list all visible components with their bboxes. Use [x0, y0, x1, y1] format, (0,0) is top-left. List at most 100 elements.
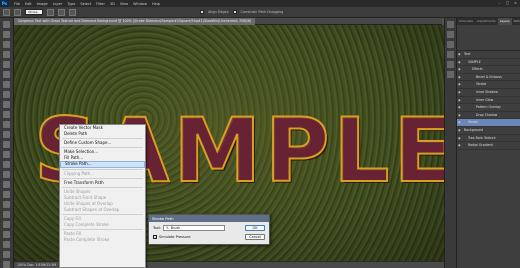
menu-edit[interactable]: Edit — [25, 2, 32, 6]
layer-row[interactable]: ◉ Stroke — [457, 119, 520, 127]
menu-layer[interactable]: Layer — [53, 2, 63, 6]
tool-button-icon[interactable] — [3, 251, 10, 258]
menu-file[interactable]: File — [14, 2, 20, 6]
layer-row[interactable]: ◉ SAMPLE — [457, 59, 520, 67]
tool-button-icon[interactable] — [3, 81, 10, 88]
constrain-path-checkbox[interactable] — [232, 10, 237, 14]
layer-label: Stroke — [476, 82, 487, 87]
layer-list: ◉ Text ◉ SAMPLE ◉ Effects ◉ Bevel & Emboss ◉ Stro… — [457, 51, 520, 150]
panel-toggle-icon[interactable] — [447, 71, 454, 78]
layer-label: Tree Bark Texture — [468, 135, 496, 140]
visibility-eye-icon[interactable]: ◉ — [458, 52, 462, 57]
tool-button-icon[interactable] — [3, 51, 10, 58]
layer-row[interactable]: ◉ Inner Shadow — [457, 89, 520, 97]
tool-button-icon[interactable] — [3, 101, 10, 108]
visibility-eye-icon[interactable]: ◉ — [458, 105, 462, 110]
tool-button-icon[interactable] — [3, 31, 10, 38]
path-alignment-icon[interactable] — [58, 8, 65, 16]
tab-layers[interactable]: Layers — [497, 18, 512, 25]
tool-button-icon[interactable] — [3, 191, 10, 198]
tool-row: Tool: ✎ Brush — [153, 225, 225, 231]
tool-button-icon[interactable] — [3, 131, 10, 138]
panel-toggle-icon[interactable] — [447, 41, 454, 48]
align-edges-checkbox[interactable] — [200, 10, 204, 14]
layer-row[interactable]: ◉ Drop Shadow — [457, 112, 520, 120]
tool-button-icon[interactable] — [3, 21, 10, 28]
tab-channels[interactable]: Channels — [457, 18, 475, 25]
visibility-eye-icon[interactable]: ◉ — [458, 82, 462, 87]
visibility-eye-icon[interactable]: ◉ — [458, 75, 462, 80]
tool-button-icon[interactable] — [3, 61, 10, 68]
tool-button-icon[interactable] — [3, 151, 10, 158]
tool-button-icon[interactable] — [3, 231, 10, 238]
tool-button-icon[interactable] — [3, 181, 10, 188]
layer-row[interactable]: ◉ Bevel & Emboss — [457, 74, 520, 82]
layer-row[interactable]: ◉ Background — [457, 127, 520, 135]
panel-toggle-icon[interactable] — [447, 31, 454, 38]
menu-select[interactable]: Select — [80, 2, 91, 6]
layer-row[interactable]: ◉ Pattern Overlay — [457, 104, 520, 112]
visibility-eye-icon[interactable]: ◉ — [458, 67, 462, 72]
panel-toggle-icon[interactable] — [447, 21, 454, 28]
layer-row[interactable]: ◉ Stroke — [457, 81, 520, 89]
visibility-eye-icon[interactable]: ◉ — [458, 136, 462, 141]
visibility-eye-icon[interactable]: ◉ — [458, 60, 462, 65]
menu-help[interactable]: Help — [152, 2, 160, 6]
context-menu-item-define-custom-shape[interactable]: Define Custom Shape... — [60, 140, 145, 146]
tool-button-icon[interactable] — [3, 201, 10, 208]
menu-view[interactable]: View — [120, 2, 128, 6]
menu-filter[interactable]: Filter — [96, 2, 105, 6]
minimize-button[interactable]: – — [497, 1, 502, 5]
context-menu-item-delete-path[interactable]: Delete Path — [60, 131, 145, 137]
tool-button-icon[interactable] — [3, 141, 10, 148]
tool-button-icon[interactable] — [3, 41, 10, 48]
visibility-eye-icon[interactable]: ◉ — [458, 128, 462, 133]
tool-select[interactable]: ✎ Brush — [162, 225, 225, 231]
close-button[interactable]: × — [513, 1, 518, 5]
visibility-eye-icon[interactable]: ◉ — [458, 143, 462, 148]
align-edges-label: Align Edges — [208, 10, 229, 14]
tool-button-icon[interactable] — [3, 261, 10, 268]
document-tab[interactable]: Gorgeous Text with Grass Texture and Dia… — [14, 18, 256, 25]
simulate-pressure-checkbox[interactable] — [153, 235, 157, 239]
layer-row[interactable]: ◉ Text — [457, 51, 520, 59]
tool-button-icon[interactable] — [3, 71, 10, 78]
tool-button-icon[interactable] — [3, 111, 10, 118]
tool-button-icon[interactable] — [3, 171, 10, 178]
layer-row[interactable]: ◉ Inner Glow — [457, 97, 520, 105]
menu-window[interactable]: Window — [133, 2, 147, 6]
layer-row[interactable]: ◉ Effects — [457, 66, 520, 74]
tool-button-icon[interactable] — [3, 91, 10, 98]
menu-type[interactable]: Type — [67, 2, 75, 6]
menu-3d[interactable]: 3D — [110, 2, 115, 6]
layer-row[interactable]: ◉ Tree Bark Texture — [457, 135, 520, 143]
visibility-eye-icon[interactable]: ◉ — [458, 90, 462, 95]
tab-adjustments[interactable]: Adjustments — [475, 18, 498, 25]
context-menu-item-free-transform-path[interactable]: Free Transform Path — [60, 180, 145, 186]
options-bar: Stroke Align Edges Constrain Path Draggi… — [0, 7, 520, 18]
tool-button-icon[interactable] — [3, 161, 10, 168]
panel-toggle-icon[interactable] — [447, 51, 454, 58]
tool-button-icon[interactable] — [3, 221, 10, 228]
tool-button-icon[interactable] — [3, 211, 10, 218]
shape-mode-icon[interactable] — [14, 8, 21, 16]
menu-separator — [62, 177, 143, 179]
tool-button-icon[interactable] — [3, 121, 10, 128]
context-menu-item-stroke-path[interactable]: Stroke Path... — [60, 161, 145, 168]
maximize-button[interactable]: □ — [505, 1, 510, 5]
layer-row[interactable]: ◉ Radial Gradient — [457, 142, 520, 150]
tool-button-icon[interactable] — [3, 241, 10, 248]
path-tool-icon[interactable] — [3, 8, 10, 16]
stroke-field[interactable]: Stroke — [25, 9, 43, 15]
visibility-eye-icon[interactable]: ◉ — [458, 113, 462, 118]
path-arrangement-icon[interactable] — [69, 8, 76, 16]
menu-image[interactable]: Image — [37, 2, 48, 6]
tab-paths[interactable]: Paths — [512, 18, 520, 25]
panel-toggle-icon[interactable] — [447, 61, 454, 68]
visibility-eye-icon[interactable]: ◉ — [458, 98, 462, 103]
path-operations-icon[interactable] — [47, 8, 54, 16]
cancel-button[interactable]: Cancel — [245, 234, 265, 240]
ok-button[interactable]: OK — [245, 225, 265, 231]
visibility-eye-icon[interactable]: ◉ — [458, 120, 462, 125]
dialog-title: Stroke Path — [149, 215, 269, 222]
